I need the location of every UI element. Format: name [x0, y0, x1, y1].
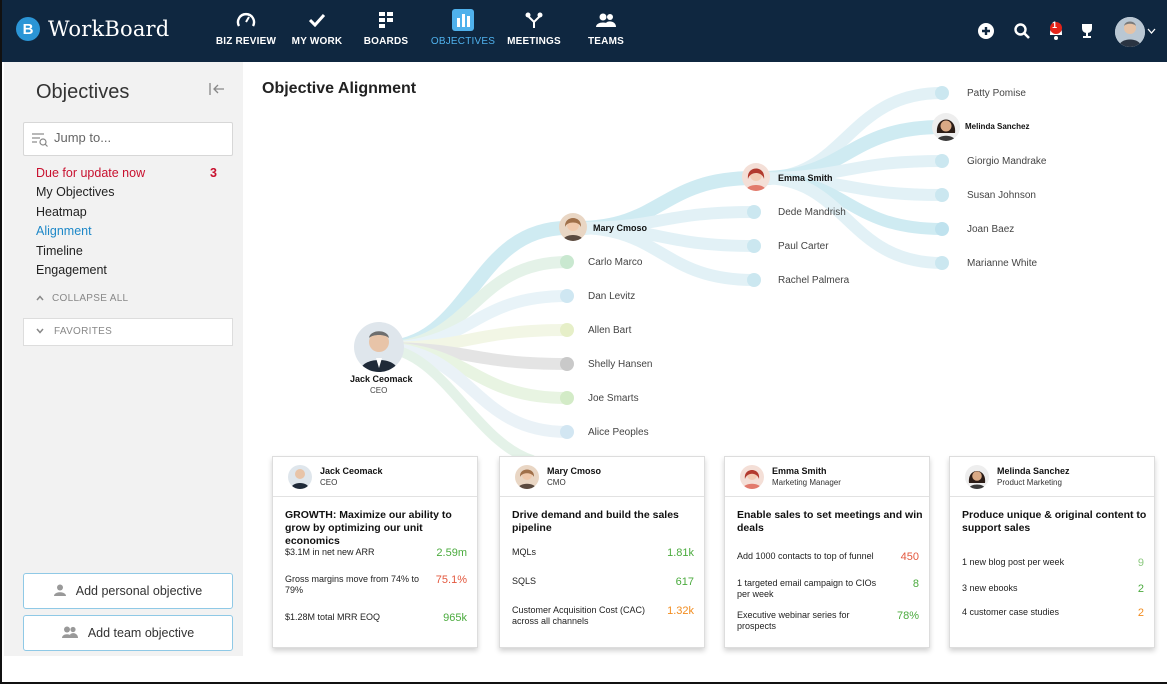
card-avatar	[740, 465, 764, 489]
card-owner-name: Mary Cmoso	[547, 466, 602, 476]
key-result[interactable]: SQLS 617	[512, 576, 694, 596]
key-result[interactable]: Executive webinar series for prospects 7…	[737, 610, 919, 638]
card-avatar	[288, 465, 312, 489]
root-role: CEO	[370, 386, 388, 395]
level2-node-paul[interactable]: Paul Carter	[778, 241, 829, 252]
level1-node-alice[interactable]: Alice Peoples	[588, 427, 649, 438]
card-owner-name: Jack Ceomack	[320, 466, 383, 476]
card-owner-name: Emma Smith	[772, 466, 827, 476]
card-owner-role: Product Marketing	[997, 478, 1062, 487]
key-result[interactable]: Gross margins move from 74% to 79% 75.1%	[285, 574, 467, 602]
key-result-value: 1.32k	[667, 605, 694, 617]
objective-card-mary[interactable]: Mary Cmoso CMO Drive demand and build th…	[499, 456, 705, 648]
card-objective: GROWTH: Maximize our ability to grow by …	[285, 509, 452, 548]
level1-node-carlo[interactable]: Carlo Marco	[588, 257, 642, 268]
key-result-text: Gross margins move from 74% to 79%	[285, 574, 420, 596]
level3-node-melinda[interactable]: Melinda Sanchez	[965, 122, 1029, 131]
key-result[interactable]: $1.28M total MRR EOQ 965k	[285, 612, 467, 632]
card-header: Melinda Sanchez Product Marketing	[950, 457, 1154, 497]
card-objective: Produce unique & original content to sup…	[962, 509, 1147, 535]
card-header: Jack Ceomack CEO	[273, 457, 477, 497]
key-result-value: 2	[1137, 583, 1144, 595]
level2-node-dede[interactable]: Dede Mandrish	[778, 207, 846, 218]
objective-card-melinda[interactable]: Melinda Sanchez Product Marketing Produc…	[949, 456, 1155, 648]
key-result-text: Executive webinar series for prospects	[737, 610, 850, 632]
key-result-value: 75.1%	[435, 574, 467, 586]
level1-node-mary[interactable]: Mary Cmoso	[593, 223, 647, 233]
root-name: Jack Ceomack	[350, 374, 413, 384]
card-owner-role: Marketing Manager	[772, 478, 841, 487]
card-owner-role: CMO	[547, 478, 566, 487]
level3-node-marianne[interactable]: Marianne White	[967, 258, 1037, 269]
root-avatar[interactable]	[354, 322, 404, 372]
key-result-value: 2	[1137, 607, 1144, 619]
level3-node-joan[interactable]: Joan Baez	[967, 224, 1014, 235]
key-result-value: 78%	[896, 610, 919, 622]
key-result-text: 1 new blog post per week	[962, 557, 1065, 567]
key-result-value: 9	[1137, 557, 1144, 569]
key-result[interactable]: MQLs 1.81k	[512, 547, 694, 567]
key-result-text: 4 customer case studies	[962, 607, 1060, 617]
level1-node-joe[interactable]: Joe Smarts	[588, 393, 639, 404]
level2-node-rachel[interactable]: Rachel Palmera	[778, 275, 849, 286]
card-avatar	[515, 465, 539, 489]
app-frame: B WorkBoard BIZ REVIEW MY WORK BOARDS OB…	[0, 0, 1167, 684]
level3-node-giorgio[interactable]: Giorgio Mandrake	[967, 156, 1046, 167]
key-result-value: 1.81k	[667, 547, 694, 559]
key-result-value: 450	[900, 551, 919, 563]
key-result-text: MQLs	[512, 547, 537, 557]
card-objective: Drive demand and build the sales pipelin…	[512, 509, 679, 535]
key-result[interactable]: $3.1M in net new ARR 2.59m	[285, 547, 467, 567]
key-result-text: SQLS	[512, 576, 537, 586]
level3-node-patty[interactable]: Patty Pomise	[967, 88, 1026, 99]
key-result-text: Customer Acquisition Cost (CAC) across a…	[512, 605, 646, 627]
key-result[interactable]: 3 new ebooks 2	[962, 583, 1144, 603]
key-result-value: 2.59m	[436, 547, 467, 559]
card-owner-name: Melinda Sanchez	[997, 466, 1070, 476]
key-result-value: 965k	[443, 612, 467, 624]
level1-node-allen[interactable]: Allen Bart	[588, 325, 631, 336]
objective-card-emma[interactable]: Emma Smith Marketing Manager Enable sale…	[724, 456, 930, 648]
key-result[interactable]: 4 customer case studies 2	[962, 607, 1144, 627]
level2-node-emma[interactable]: Emma Smith	[778, 173, 833, 183]
level1-node-dan[interactable]: Dan Levitz	[588, 291, 635, 302]
key-result-text: 3 new ebooks	[962, 583, 1018, 593]
level1-node-shelly[interactable]: Shelly Hansen	[588, 359, 652, 370]
key-result-value: 617	[675, 576, 694, 588]
card-avatar	[965, 465, 989, 489]
melinda-avatar[interactable]	[932, 113, 960, 141]
key-result-value: 8	[912, 578, 919, 590]
key-result[interactable]: 1 targeted email campaign to CIOs per we…	[737, 578, 919, 606]
key-result[interactable]: Add 1000 contacts to top of funnel 450	[737, 551, 919, 571]
card-owner-role: CEO	[320, 478, 338, 487]
objective-card-jack[interactable]: Jack Ceomack CEO GROWTH: Maximize our ab…	[272, 456, 478, 648]
emma-avatar[interactable]	[742, 163, 770, 191]
key-result-text: $3.1M in net new ARR	[285, 547, 375, 557]
key-result[interactable]: Customer Acquisition Cost (CAC) across a…	[512, 605, 694, 633]
key-result-text: Add 1000 contacts to top of funnel	[737, 551, 874, 561]
card-header: Mary Cmoso CMO	[500, 457, 704, 497]
level3-node-susan[interactable]: Susan Johnson	[967, 190, 1036, 201]
key-result-text: 1 targeted email campaign to CIOs per we…	[737, 578, 877, 600]
key-result-text: $1.28M total MRR EOQ	[285, 612, 381, 622]
mary-avatar[interactable]	[559, 213, 587, 241]
card-header: Emma Smith Marketing Manager	[725, 457, 929, 497]
card-objective: Enable sales to set meetings and win dea…	[737, 509, 923, 535]
key-result[interactable]: 1 new blog post per week 9	[962, 557, 1144, 577]
